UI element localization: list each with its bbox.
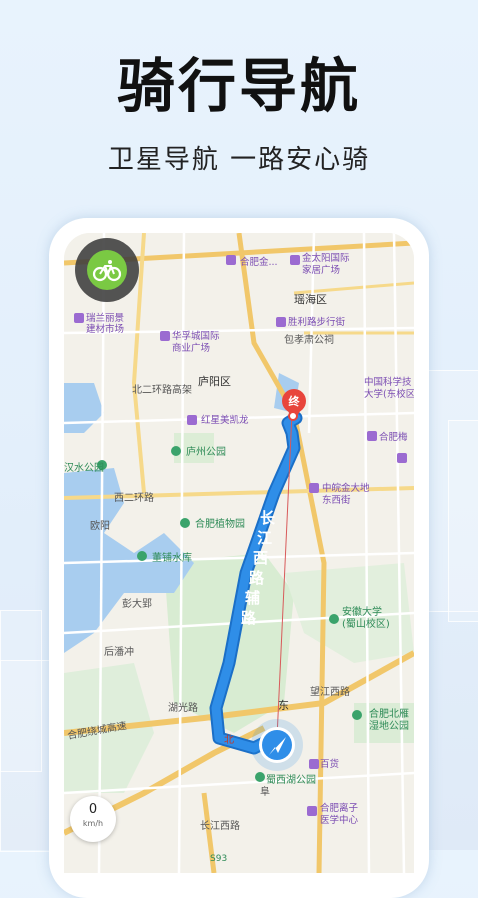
- poi-hefei-jin: 合肥金...: [240, 256, 278, 268]
- map-view[interactable]: 终 长江西路辅路 合肥金... 金太阳国际 家居广场 瑶海区 瑞兰丽景 建材市场…: [64, 233, 414, 873]
- map-canvas: 终 长江西路辅路 合肥金... 金太阳国际 家居广场 瑶海区 瑞兰丽景 建材市场…: [64, 233, 414, 873]
- district-yaohai: 瑶海区: [294, 292, 327, 306]
- poi-dongpu: 董铺水库: [152, 551, 192, 564]
- place-pengzhuang: 彭大郢: [122, 597, 152, 610]
- speed-unit: km/h: [82, 819, 104, 828]
- poi-huaxiang: 华孚城国际: [172, 330, 220, 342]
- label-bei: 北: [224, 734, 234, 746]
- poi-ruilan-2: 建材市场: [86, 323, 124, 335]
- label-fu: 阜: [260, 785, 270, 798]
- poi-huaxiang-2: 商业广场: [172, 342, 210, 354]
- road-wangjiang: 望江西路: [310, 685, 350, 698]
- poi-hefeimu: 合肥梅: [379, 431, 408, 443]
- poi-shidi: 湿地公园: [369, 719, 409, 732]
- poi-jintaiyang: 金太阳国际: [302, 252, 350, 264]
- park-zhiwuyuan: 合肥植物园: [195, 517, 245, 530]
- poi-hefeibei: 合肥北雁: [369, 707, 409, 720]
- poi-jintaiyang-2: 家居广场: [302, 264, 340, 276]
- park-shuigong: 汉水公园: [64, 462, 104, 474]
- district-luyang: 庐阳区: [198, 374, 231, 388]
- speedometer: 0 km/h: [70, 796, 116, 842]
- tagline: 卫星导航 一路安心骑: [107, 145, 371, 175]
- poi-yixue: 医学中心: [320, 814, 359, 826]
- poi-zhongke: 中国科学技: [364, 376, 412, 388]
- poi-baihuo: 百货: [320, 758, 339, 770]
- label-dong: 东: [278, 699, 289, 712]
- road-changjiang: 长江西路: [200, 819, 240, 832]
- poi-ruilan: 瑞兰丽景: [86, 312, 124, 324]
- road-xierhuan: 西二环路: [114, 491, 154, 504]
- end-marker-label: 终: [289, 394, 301, 408]
- park-shuxihu: 蜀西湖公园: [266, 774, 316, 786]
- poi-dongxijie: 东西街: [322, 494, 351, 506]
- poi-hefeilizi: 合肥离子: [320, 802, 359, 814]
- park-luzhou: 庐州公园: [186, 445, 226, 458]
- poi-anhui: 安徽大学: [342, 605, 382, 618]
- location-arrow: [251, 719, 303, 771]
- poi-zhongwan: 中皖金大地: [322, 482, 370, 494]
- poi-baohe: 包孝肃公祠: [284, 333, 334, 346]
- poi-shenghua: 胜利路步行街: [288, 316, 346, 328]
- place-houpan: 后潘冲: [104, 645, 134, 658]
- place-ouyang: 欧阳: [90, 520, 110, 532]
- poi-zhongke-2: 大学(东校区): [364, 388, 414, 400]
- exit-s93: S93: [210, 854, 227, 864]
- bg-decor-frame: [448, 420, 478, 622]
- road-beierhuan: 北二环路高架: [132, 383, 192, 396]
- headline: 骑行导航: [116, 52, 361, 120]
- bike-mode-button[interactable]: [75, 238, 139, 302]
- bg-decor-frame: [0, 610, 42, 772]
- poi-hongxing: 红星美凯龙: [201, 414, 249, 426]
- bike-icon: [87, 250, 127, 290]
- speed-value: 0: [88, 802, 98, 817]
- road-huguang: 湖光路: [168, 701, 198, 714]
- poi-anhui-2: (蜀山校区): [342, 617, 390, 630]
